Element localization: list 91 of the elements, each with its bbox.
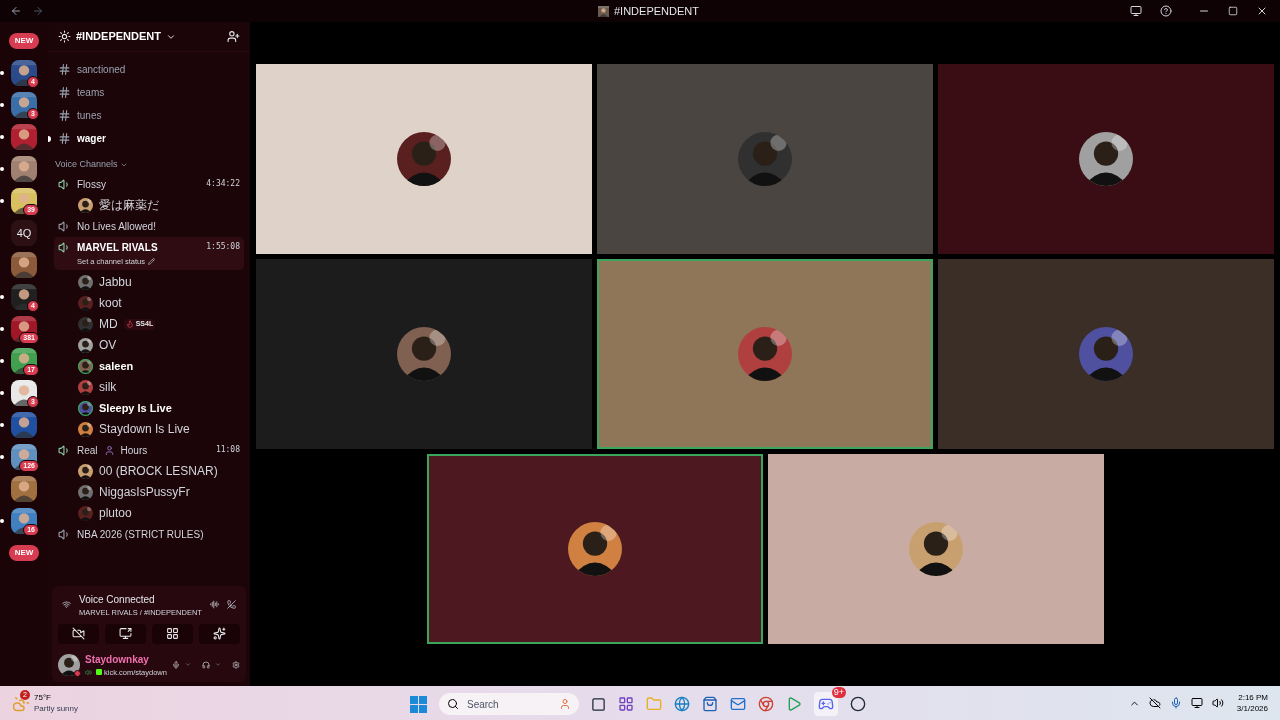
server-icon[interactable]: 4Q [11,220,37,246]
member-name[interactable]: Jabbu [99,275,132,290]
browser-icon[interactable] [674,696,690,712]
cloud-icon[interactable] [1148,697,1161,709]
camera-off-icon [72,627,85,641]
member-name[interactable]: OV [99,338,117,353]
play-icon[interactable] [786,696,802,712]
call-timer: 1:55:08 [206,241,240,253]
video-tile[interactable] [426,454,763,644]
member-name[interactable]: NiggasIsPussyFr [99,485,190,500]
clock-date[interactable]: 3/1/2026 [1236,703,1268,714]
sparkle-icon [213,627,226,641]
do-not-disturb-icon [74,669,81,677]
new-badge[interactable]: NEW [8,545,40,561]
video-tile[interactable] [256,259,592,449]
member-name[interactable]: Sleepy Is Live [99,401,172,416]
screen-share-button[interactable] [105,623,146,644]
call-timer: 4:34:22 [206,178,240,190]
speaker-icon [58,177,71,191]
server-name[interactable]: #INDEPENDENT [76,28,161,45]
member-name[interactable]: 00 (BROCK LESNAR) [99,464,218,479]
disconnect-icon[interactable] [226,598,236,612]
hash-icon [58,86,71,99]
speaker-icon [58,219,71,233]
help-icon[interactable] [1160,5,1172,17]
person-icon [559,698,571,710]
clock-time[interactable]: 2:16 PM [1238,692,1268,703]
voice-channel-name[interactable]: Hours [120,442,148,458]
camera-button[interactable] [58,623,99,644]
member-name[interactable]: MD [99,317,118,332]
member-name[interactable]: plutoo [99,506,132,521]
speaker-icon [58,527,71,541]
member-name[interactable]: saleen [99,359,134,374]
back-icon[interactable] [10,5,22,17]
hash-icon [58,109,71,122]
speaker-icon [58,443,71,457]
window-title: #INDEPENDENT [614,4,699,19]
invite-icon[interactable] [227,30,240,43]
task-view-icon[interactable] [591,696,606,712]
activities-button[interactable] [152,623,193,644]
video-tile[interactable] [938,259,1274,449]
voice-channel-name[interactable]: MARVEL RIVALS [77,239,158,255]
voice-status[interactable]: Voice Connected [79,591,202,607]
notification-badge: 9+ [831,687,846,698]
settings-icon[interactable] [232,658,240,671]
grid-icon [166,627,179,641]
username[interactable]: Staydownkay [85,651,167,667]
headphones-icon[interactable] [201,658,210,671]
member-name[interactable]: Staydown Is Live [99,422,190,437]
channel-item[interactable]: teams [77,85,105,100]
volume-icon[interactable] [1211,697,1224,709]
weather-icon[interactable] [12,694,30,712]
flame-icon [125,320,134,329]
soundboard-button[interactable] [199,623,240,644]
category-header[interactable]: Voice Channels [55,158,118,172]
edit-icon[interactable] [147,257,155,265]
call-timer: 11:08 [215,444,240,457]
member-name[interactable]: koot [99,296,122,311]
video-tile[interactable] [597,259,933,449]
screen-share-icon [119,627,132,641]
mail-icon[interactable] [730,696,746,712]
maximize-icon[interactable] [1228,6,1238,16]
voice-channel-name[interactable]: Real [77,442,98,458]
windows-icon[interactable] [410,695,427,713]
hash-icon [58,63,71,76]
new-badge[interactable]: NEW [8,33,40,49]
weather-condition[interactable]: Partly sunny [34,703,79,714]
voice-channel-name[interactable]: No Lives Allowed! [77,218,156,234]
microphone-icon[interactable] [171,658,180,671]
video-tile[interactable] [938,64,1274,254]
channel-item[interactable]: tunes [77,108,102,123]
speaker-icon [85,668,92,676]
video-tile[interactable] [767,454,1104,644]
chrome-icon[interactable] [758,696,774,712]
member-name[interactable]: 愛は麻薬だ [99,198,159,212]
microphone-icon[interactable] [1169,697,1182,709]
close-icon[interactable] [1256,5,1268,17]
voice-channel-name[interactable]: NBA 2026 (STRICT RULES) [77,526,204,542]
search-field[interactable]: Search [439,693,579,715]
member-name[interactable]: silk [99,380,117,395]
speaker-icon [58,240,71,254]
hash-icon [58,132,71,145]
video-tile[interactable] [256,64,592,254]
search-icon [447,698,459,710]
store-icon[interactable] [702,696,718,712]
video-tile[interactable] [597,64,933,254]
voice-channel-name[interactable]: Flossy [77,176,106,192]
person-icon [103,444,115,456]
channel-item[interactable]: wager [77,131,106,146]
temperature[interactable]: 75°F [34,692,79,703]
channel-item[interactable]: sanctioned [77,62,126,77]
